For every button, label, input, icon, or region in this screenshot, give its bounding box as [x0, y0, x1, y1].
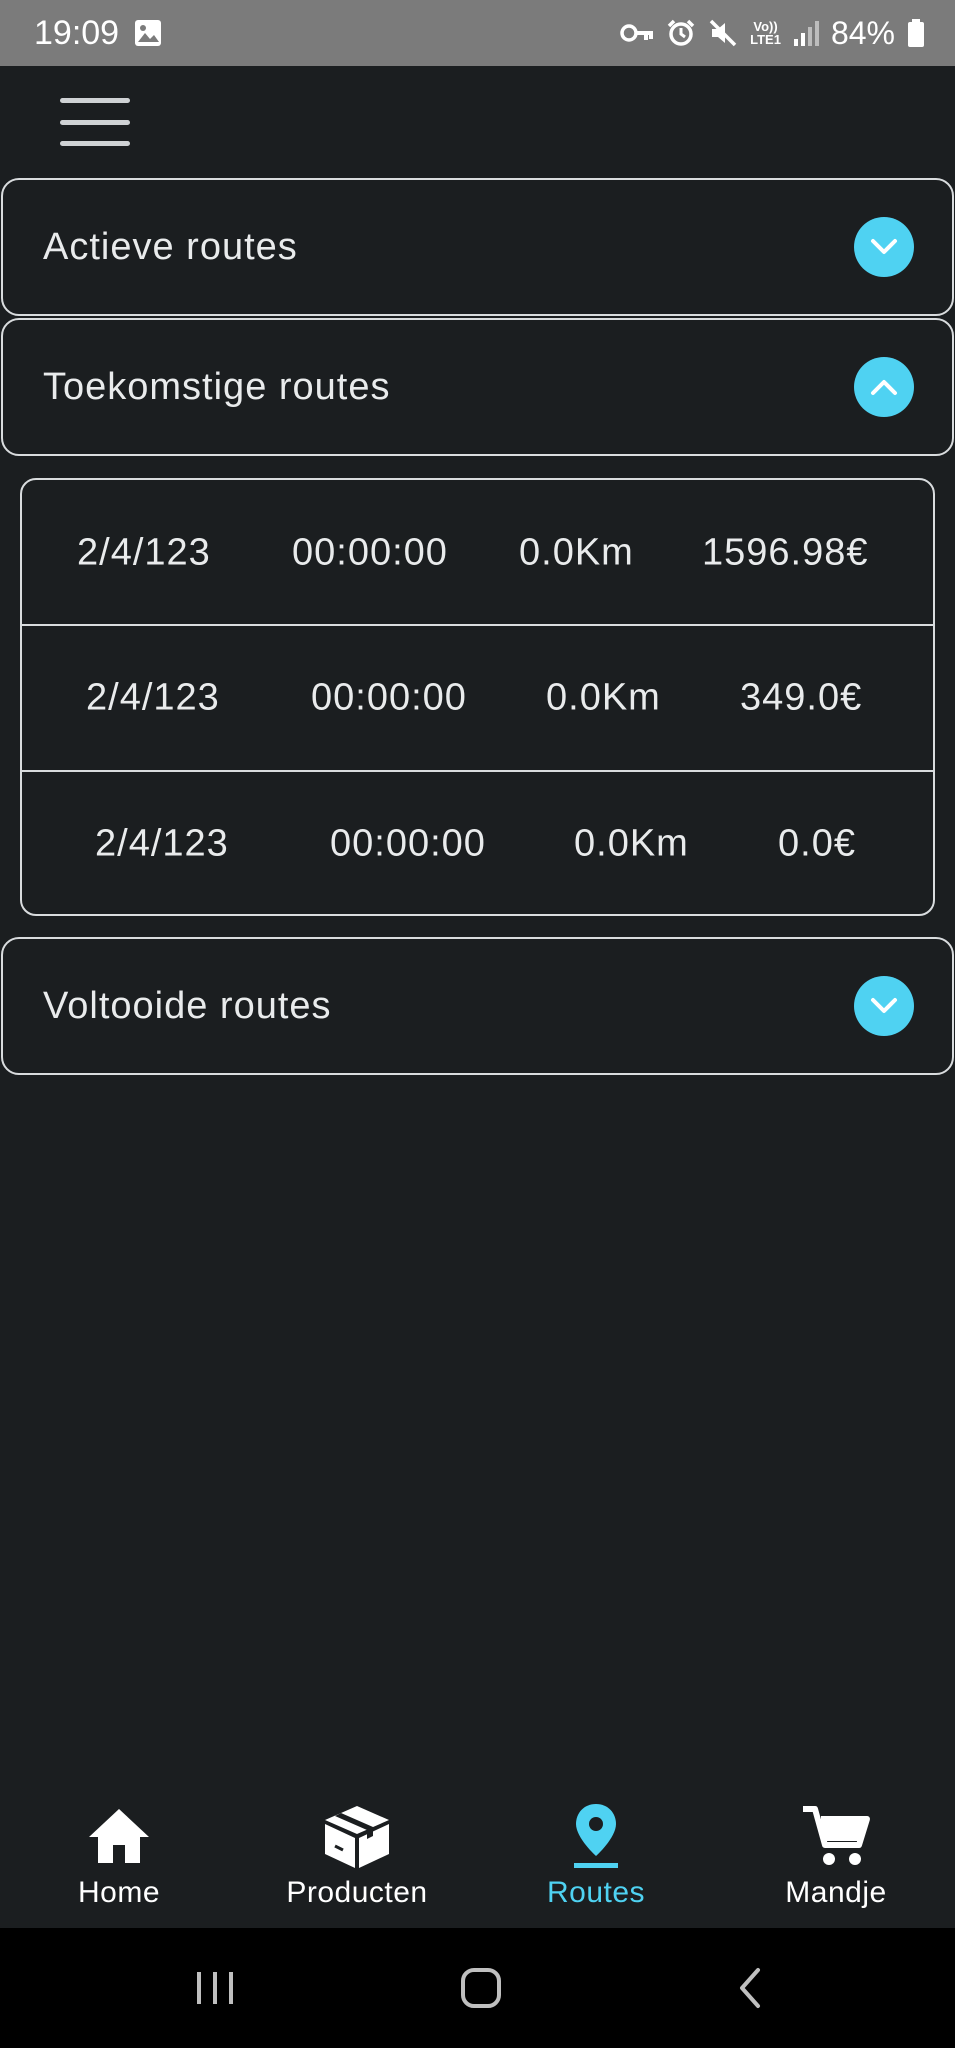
nav-label: Mandje — [785, 1876, 887, 1909]
hamburger-menu-icon[interactable] — [60, 98, 130, 146]
home-system-icon[interactable] — [441, 1958, 521, 2018]
route-price: 0.0€ — [778, 822, 856, 865]
back-icon[interactable] — [709, 1958, 789, 2018]
route-date: 2/4/123 — [77, 531, 211, 574]
section-title: Toekomstige routes — [43, 365, 391, 408]
location-pin-icon — [572, 1800, 620, 1872]
volte-icon: Vo)) LTE1 — [750, 19, 781, 47]
route-time: 00:00:00 — [311, 676, 467, 719]
route-distance: 0.0Km — [574, 822, 689, 865]
chevron-up-icon[interactable] — [854, 357, 914, 417]
route-time: 00:00:00 — [292, 531, 448, 574]
route-row[interactable]: 2/4/123 00:00:00 0.0Km 0.0€ — [22, 770, 933, 914]
route-row[interactable]: 2/4/123 00:00:00 0.0Km 349.0€ — [22, 624, 933, 770]
top-bar — [0, 66, 955, 178]
battery-icon — [907, 18, 925, 48]
route-row[interactable]: 2/4/123 00:00:00 0.0Km 1596.98€ — [22, 480, 933, 626]
route-date: 2/4/123 — [95, 822, 229, 865]
section-voltooide-routes[interactable]: Voltooide routes — [1, 937, 954, 1075]
future-routes-list: 2/4/123 00:00:00 0.0Km 1596.98€ 2/4/123 … — [20, 478, 935, 916]
bottom-navigation: Home Producten Routes Mandje — [0, 1780, 955, 1928]
signal-icon — [793, 19, 819, 47]
section-title: Actieve routes — [43, 225, 298, 268]
status-time: 19:09 — [34, 13, 120, 52]
image-icon — [133, 18, 163, 48]
chevron-down-icon[interactable] — [854, 976, 914, 1036]
route-price: 1596.98€ — [702, 531, 869, 574]
system-navigation-bar — [0, 1928, 955, 2048]
box-icon — [321, 1800, 393, 1872]
route-date: 2/4/123 — [86, 676, 220, 719]
alarm-icon — [666, 18, 696, 48]
route-price: 349.0€ — [740, 676, 863, 719]
vpn-key-icon — [620, 22, 654, 44]
section-toekomstige-routes[interactable]: Toekomstige routes — [1, 318, 954, 456]
mute-icon — [708, 18, 738, 48]
nav-label: Home — [77, 1876, 161, 1909]
status-right: Vo)) LTE1 84% — [620, 15, 925, 52]
recent-apps-icon[interactable] — [175, 1958, 255, 2018]
home-icon — [85, 1800, 153, 1872]
nav-item-home[interactable]: Home — [9, 1800, 229, 1910]
nav-label: Producten — [286, 1876, 428, 1909]
nav-item-routes[interactable]: Routes — [486, 1800, 706, 1910]
network-type: LTE1 — [750, 32, 781, 47]
nav-label: Routes — [546, 1876, 646, 1909]
cart-icon — [801, 1800, 871, 1872]
route-distance: 0.0Km — [519, 531, 634, 574]
route-time: 00:00:00 — [330, 822, 486, 865]
nav-item-producten[interactable]: Producten — [247, 1800, 467, 1910]
chevron-down-icon[interactable] — [854, 217, 914, 277]
status-bar: 19:09 Vo)) LTE1 84% — [0, 0, 955, 66]
battery-percent: 84% — [830, 14, 895, 51]
status-left: 19:09 — [34, 14, 163, 53]
section-title: Voltooide routes — [43, 984, 332, 1027]
section-actieve-routes[interactable]: Actieve routes — [1, 178, 954, 316]
nav-item-mandje[interactable]: Mandje — [726, 1800, 946, 1910]
route-distance: 0.0Km — [546, 676, 661, 719]
